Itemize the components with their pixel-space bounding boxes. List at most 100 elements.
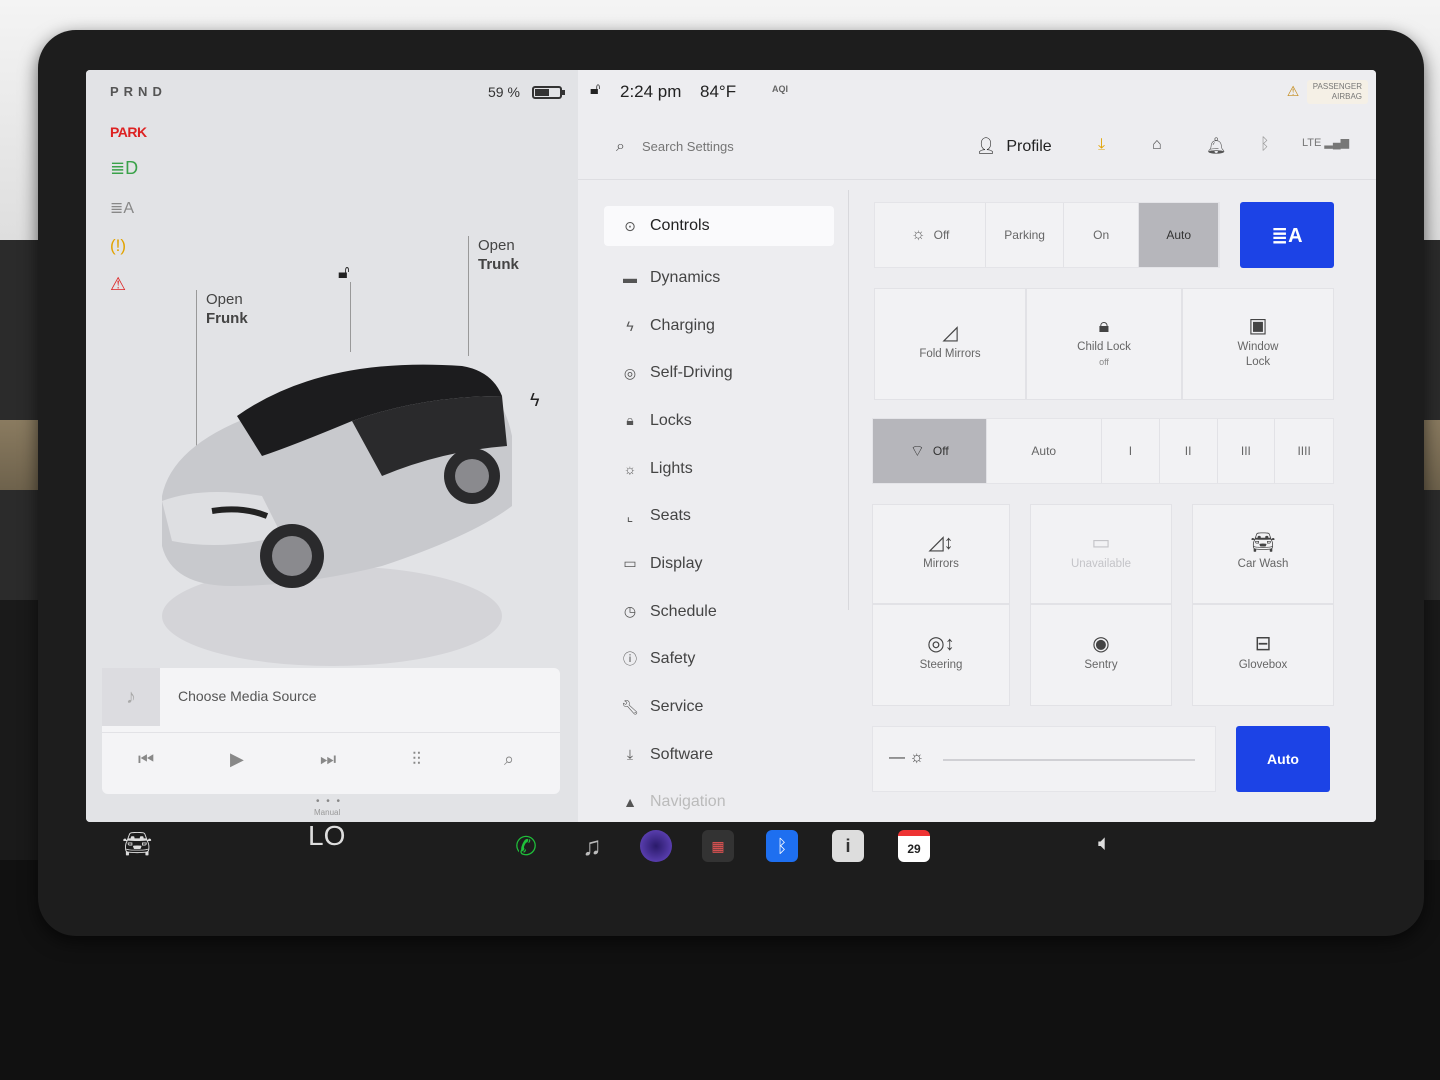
download-icon: ⤓ — [626, 746, 634, 763]
wipers-speed-2[interactable]: II — [1160, 419, 1218, 483]
bluetooth-app-icon[interactable]: ᛒ — [766, 830, 798, 862]
display-icon: ▭ — [623, 555, 637, 572]
child-lock-icon: 🔒︎ — [1098, 314, 1110, 337]
open-trunk-button[interactable]: Open Trunk — [478, 236, 519, 274]
notification-bell-icon[interactable]: 🔔︎ — [1206, 136, 1226, 156]
sun-icon: ☼ — [623, 460, 637, 477]
car-wash-button[interactable]: 🚘︎ Car Wash — [1192, 504, 1334, 604]
toggle-icon: ⊙ — [624, 217, 636, 234]
wrench-icon: 🔧︎ — [621, 698, 639, 715]
status-bar: 🔓︎ 2:24 pm 84°F AQI ⚠ PASSENGER AIRBAG — [578, 70, 1376, 114]
nav-item-dynamics[interactable]: ▬ Dynamics — [604, 254, 834, 302]
settings-top-bar: ⌕ 👤︎ Profile ⤓ ⌂ 🔔︎ ᛒ LTE ▂▄▆ — [578, 114, 1376, 180]
warning-icon: ⓘ — [623, 651, 637, 668]
profile-button[interactable]: 👤︎ Profile — [976, 136, 1052, 156]
nav-item-label: Display — [650, 554, 703, 572]
camera-icon[interactable] — [640, 830, 672, 862]
mirror-icon: ◿ — [942, 322, 958, 344]
wipers-speed-1[interactable]: I — [1102, 419, 1160, 483]
volume-icon[interactable]: 🔈︎ — [1098, 830, 1111, 856]
charge-port-icon[interactable]: ϟ — [530, 390, 540, 411]
wiper-speed-control: ⌔ Off Auto I II III IIII — [872, 418, 1334, 484]
next-track-icon[interactable]: ⏭ — [320, 749, 336, 770]
steering-wheel-icon: ◎ — [623, 364, 637, 381]
touchscreen: PRND 59 % PARK ≣D ≣A (!) ⚠ Open Frunk Op… — [86, 70, 1376, 822]
choose-media-source[interactable]: Choose Media Source — [178, 688, 317, 704]
toybox-icon[interactable]: ▦ — [702, 830, 734, 862]
nav-item-seats[interactable]: ⌞ Seats — [604, 492, 834, 540]
lock-status-icon[interactable]: 🔓︎ — [590, 81, 600, 99]
open-trunk-label: Open — [478, 237, 515, 254]
nav-item-label: Self-Driving — [650, 364, 733, 382]
steering-adjust-button[interactable]: ◎↕ Steering — [872, 604, 1010, 706]
nav-item-charging[interactable]: ϟ Charging — [604, 302, 834, 350]
park-indicator: PARK — [110, 124, 147, 140]
profile-label: Profile — [1006, 138, 1052, 155]
fold-mirrors-button[interactable]: ◿ Fold Mirrors — [874, 288, 1026, 400]
media-player: ♪ Choose Media Source ⏮ ▶ ⏭ ⫶⫶ ⌕ — [102, 668, 560, 794]
manual-app-icon[interactable]: i — [832, 830, 864, 862]
glovebox-button[interactable]: ⊟ Glovebox — [1192, 604, 1334, 706]
sentry-button[interactable]: ◉ Sentry — [1030, 604, 1172, 706]
unlocked-icon[interactable]: 🔓︎ — [338, 262, 350, 283]
homelink-icon[interactable]: ⌂ — [1152, 136, 1162, 154]
bluetooth-icon[interactable]: ᛒ — [1260, 136, 1270, 154]
car-icon[interactable]: 🚘︎ — [122, 830, 152, 859]
nav-item-service[interactable]: 🔧︎ Service — [604, 683, 834, 731]
download-icon[interactable]: ⤓ — [1098, 136, 1105, 154]
nav-item-software[interactable]: ⤓ Software — [604, 731, 834, 779]
headlights-auto-option[interactable]: Auto — [1139, 203, 1219, 267]
music-note-icon: ♪ — [102, 668, 160, 726]
mirror-adjust-icon: ◿↕ — [928, 532, 954, 554]
nav-item-schedule[interactable]: ◷ Schedule — [604, 588, 834, 636]
headlights-parking-option[interactable]: Parking — [986, 203, 1064, 267]
nav-item-safety[interactable]: ⓘ Safety — [604, 636, 834, 684]
headlights-on-icon: ≣D — [110, 158, 139, 178]
headlight-mode-control: ☼ Off Parking On Auto — [874, 202, 1220, 268]
equalizer-icon[interactable]: ⫶⫶ — [412, 749, 421, 770]
open-frunk-button[interactable]: Open Frunk — [206, 290, 248, 328]
nav-item-display[interactable]: ▭ Display — [604, 540, 834, 588]
unavailable-icon: ▭ — [1091, 532, 1111, 554]
headlights-on-option[interactable]: On — [1064, 203, 1140, 267]
nav-item-label: Schedule — [650, 602, 717, 620]
headlights-off-option[interactable]: ☼ Off — [875, 203, 987, 267]
settings-nav: ⊙ Controls ▬ Dynamics ϟ Charging ◎ Self-Driving… — [604, 206, 834, 822]
car-3d-model — [162, 364, 512, 666]
nav-item-lights[interactable]: ☼ Lights — [604, 445, 834, 493]
calendar-icon[interactable]: 29 — [898, 830, 930, 862]
child-lock-label: Child Lock — [1077, 340, 1131, 353]
mirrors-adjust-button[interactable]: ◿↕ Mirrors — [872, 504, 1010, 604]
trunk-label: Trunk — [478, 256, 519, 273]
taskbar: 🚘︎ Manual LO ✆ ♫ ▦ ᛒ i 29 🔈︎ — [86, 808, 1376, 888]
nav-item-locks[interactable]: 🔒︎ Locks — [604, 397, 834, 445]
nav-divider — [848, 190, 849, 610]
lock-icon: 🔒︎ — [626, 412, 634, 429]
unavailable-button: ▭ Unavailable — [1030, 504, 1172, 604]
nav-item-label: Lights — [650, 459, 693, 477]
wipers-speed-4[interactable]: IIII — [1275, 419, 1333, 483]
brightness-slider[interactable] — [943, 759, 1195, 761]
phone-icon[interactable]: ✆ — [510, 830, 542, 862]
auto-high-beam-button[interactable]: ≣A — [1240, 202, 1334, 268]
climate-temperature[interactable]: LO — [308, 820, 345, 852]
airbag-icon: ⚠ — [1286, 83, 1300, 99]
nav-item-label: Safety — [650, 650, 696, 668]
brightness-auto-button[interactable]: Auto — [1236, 726, 1330, 792]
window-lock-button[interactable]: ▣ Window Lock — [1182, 288, 1334, 400]
previous-track-icon[interactable]: ⏮ — [138, 749, 154, 770]
music-icon[interactable]: ♫ — [576, 830, 608, 862]
nav-item-self-driving[interactable]: ◎ Self-Driving — [604, 349, 834, 397]
wipers-auto-option[interactable]: Auto — [987, 419, 1102, 483]
search-settings-input[interactable] — [642, 134, 902, 158]
nav-item-controls[interactable]: ⊙ Controls — [604, 206, 834, 246]
search-icon: ⌕ — [616, 138, 625, 155]
wipers-off-option[interactable]: ⌔ Off — [873, 419, 987, 483]
battery-fill — [535, 89, 550, 96]
wipers-speed-3[interactable]: III — [1218, 419, 1276, 483]
media-search-icon[interactable]: ⌕ — [504, 749, 514, 770]
child-lock-button[interactable]: 🔒︎ Child Lock off — [1026, 288, 1182, 400]
play-icon[interactable]: ▶ — [230, 749, 244, 770]
aqi-badge: AQI — [772, 84, 789, 94]
bolt-icon: ϟ — [626, 317, 634, 334]
